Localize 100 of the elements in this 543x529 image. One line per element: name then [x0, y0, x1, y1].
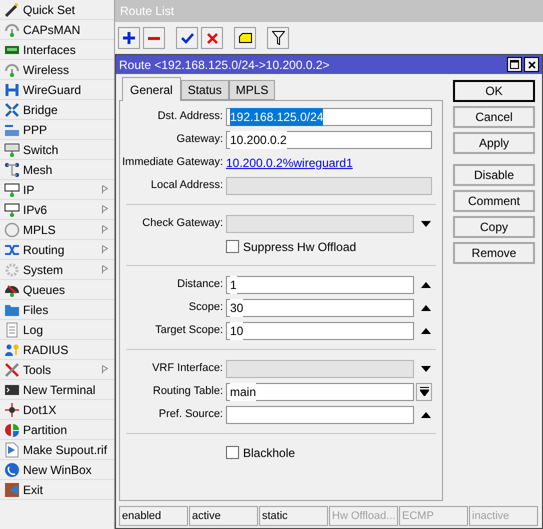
- checkbox[interactable]: Suppress Hw Offload: [226, 238, 356, 256]
- submenu-arrow-icon: [102, 225, 108, 234]
- comment-button[interactable]: [234, 27, 256, 49]
- tab[interactable]: Status: [180, 80, 229, 100]
- menu-item[interactable]: Partition: [0, 420, 114, 440]
- input-field[interactable]: 192.168.125.0/24: [226, 108, 432, 126]
- remove-button[interactable]: [143, 27, 165, 49]
- dialog-button[interactable]: Remove: [453, 242, 535, 264]
- close-button[interactable]: [524, 57, 539, 72]
- status-field: static: [259, 506, 328, 526]
- dialog-button[interactable]: OK: [453, 80, 535, 102]
- antenna-icon: [4, 62, 20, 78]
- input-field[interactable]: 10.200.0.2: [226, 130, 432, 148]
- field-label: Routing Table:: [152, 384, 224, 400]
- input-field[interactable]: [226, 406, 414, 424]
- menu-item[interactable]: IP: [0, 180, 114, 200]
- field-label: Check Gateway:: [141, 216, 224, 232]
- menu-item[interactable]: RADIUS: [0, 340, 114, 360]
- field-label: Distance:: [176, 277, 224, 292]
- close-icon: [528, 60, 536, 68]
- menu-item[interactable]: System: [0, 260, 114, 280]
- dialog-button[interactable]: Disable: [453, 164, 535, 186]
- dropdown-arrow-icon[interactable]: [421, 220, 431, 226]
- document-arrow-icon: [4, 442, 20, 458]
- dialog-button[interactable]: Apply: [453, 132, 535, 154]
- submenu-arrow-icon: [102, 245, 108, 254]
- menu-item[interactable]: Bridge: [0, 100, 114, 120]
- menu-item[interactable]: Files: [0, 300, 114, 320]
- monitor-icon: [4, 182, 20, 198]
- maximize-button[interactable]: [507, 57, 522, 72]
- menu-item[interactable]: Tools: [0, 360, 114, 380]
- filter-icon: [272, 31, 284, 45]
- checkbox[interactable]: Blackhole: [226, 444, 296, 462]
- monitor-icon: [4, 202, 20, 218]
- dropdown-button[interactable]: [416, 382, 432, 400]
- cross-icon: [206, 32, 218, 44]
- minus-icon: [148, 36, 160, 40]
- status-field: Hw Offload...: [329, 506, 398, 526]
- menu-item[interactable]: WireGuard: [0, 80, 114, 100]
- menu-item[interactable]: Queues: [0, 280, 114, 300]
- field-label: Pref. Source:: [158, 407, 224, 422]
- input-field[interactable]: 30: [226, 298, 414, 316]
- menu-item[interactable]: PPP: [0, 120, 114, 140]
- menu-item[interactable]: Log: [0, 320, 114, 340]
- menu-item[interactable]: IPv6: [0, 200, 114, 220]
- tab[interactable]: MPLS: [228, 80, 276, 100]
- status-field: ECMP: [399, 506, 468, 526]
- maximize-icon: [510, 60, 519, 69]
- menu-item[interactable]: MPLS: [0, 220, 114, 240]
- tools-icon: [4, 362, 20, 378]
- enable-button[interactable]: [176, 27, 198, 49]
- crosshair-icon: [4, 402, 20, 418]
- menu-item[interactable]: Exit: [0, 480, 114, 500]
- gateway-link[interactable]: 10.200.0.2%wireguard1: [226, 154, 353, 172]
- status-field: inactive: [469, 506, 538, 526]
- submenu-arrow-icon: [102, 265, 108, 274]
- dialog-button[interactable]: Copy: [453, 216, 535, 238]
- up-arrow-icon[interactable]: [421, 282, 431, 288]
- field-label: Immediate Gateway:: [121, 155, 224, 170]
- submenu-arrow-icon: [102, 205, 108, 214]
- field-label: Gateway:: [176, 132, 224, 148]
- field-label: VRF Interface:: [151, 361, 224, 376]
- field-label: Scope:: [188, 300, 224, 316]
- up-arrow-icon[interactable]: [421, 304, 431, 310]
- submenu-arrow-icon: [102, 365, 108, 374]
- menu-item[interactable]: New WinBox: [0, 460, 114, 480]
- pie-chart-icon: [4, 422, 20, 438]
- add-button[interactable]: [118, 27, 140, 49]
- field-label: Target Scope:: [154, 323, 224, 338]
- document-icon: [4, 322, 20, 338]
- wand-icon: [4, 2, 20, 18]
- plus-icon: [123, 32, 135, 44]
- window-title: Route List: [115, 0, 543, 22]
- field-label: Dst. Address:: [156, 109, 224, 124]
- dropdown-arrow-icon[interactable]: [421, 366, 431, 372]
- menu-item[interactable]: New Terminal: [0, 380, 114, 400]
- tab[interactable]: General: [122, 77, 181, 101]
- up-arrow-icon[interactable]: [421, 412, 431, 418]
- input-field[interactable]: main: [226, 382, 414, 400]
- menu-item[interactable]: Mesh: [0, 160, 114, 180]
- menu-item[interactable]: Quick Set: [0, 0, 114, 20]
- menu-item[interactable]: Routing: [0, 240, 114, 260]
- menu-item[interactable]: Wireless: [0, 60, 114, 80]
- field-label: Local Address:: [150, 178, 224, 194]
- menu-item[interactable]: Make Supout.rif: [0, 440, 114, 460]
- disc-icon: [4, 222, 20, 238]
- disable-button[interactable]: [201, 27, 223, 49]
- menu-item[interactable]: CAPsMAN: [0, 20, 114, 40]
- dialog-button[interactable]: Comment: [453, 190, 535, 212]
- filter-button[interactable]: [267, 27, 289, 49]
- status-field: active: [189, 506, 258, 526]
- dropdown-arrow-icon: [420, 387, 428, 396]
- dialog-button[interactable]: Cancel: [453, 106, 535, 128]
- input-field[interactable]: 1: [226, 276, 414, 294]
- menu-item[interactable]: Dot1X: [0, 400, 114, 420]
- menu-item[interactable]: Interfaces: [0, 40, 114, 60]
- input-field[interactable]: 10: [226, 322, 414, 340]
- antenna-icon: [4, 22, 20, 38]
- up-arrow-icon[interactable]: [421, 328, 431, 334]
- menu-item[interactable]: Switch: [0, 140, 114, 160]
